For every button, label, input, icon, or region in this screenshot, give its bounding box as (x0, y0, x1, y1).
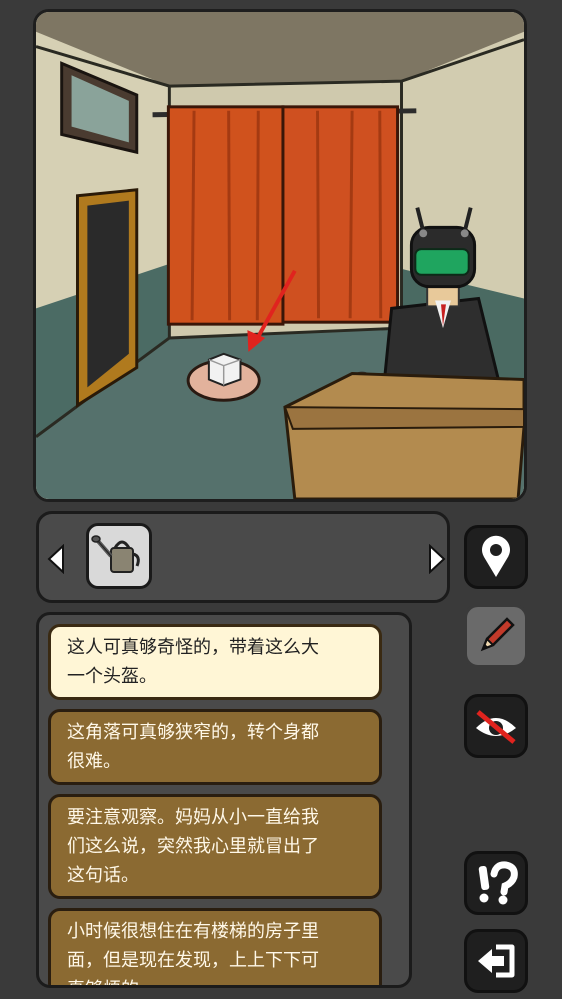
scene-view[interactable] (33, 9, 527, 502)
right-arrow-icon (429, 543, 446, 575)
eye-off-button[interactable] (464, 694, 528, 758)
dialog-option-4-line-1: 小时候很想住在有楼梯的房子里 (67, 921, 319, 942)
dialog-panel[interactable]: 这人可真够奇怪的，带着这么大 一个头盔。 这角落可真够狭窄的，转个身都 很难。 … (36, 612, 412, 988)
watering-can-icon (91, 535, 140, 573)
door[interactable] (76, 188, 139, 408)
inventory-bar (36, 511, 450, 603)
dialog-option-1-line-2: 一个头盔。 (67, 666, 157, 687)
exit-arrow-icon (478, 944, 515, 978)
eye-crossed-icon (476, 710, 516, 744)
desk[interactable] (283, 372, 524, 499)
inventory-prev-button[interactable] (47, 543, 65, 575)
room-illustration (36, 12, 524, 499)
exclamation-question-icon (478, 861, 518, 905)
inventory-slot[interactable] (86, 523, 152, 589)
dialog-option-4-line-3: 真够烦的。 (67, 975, 365, 985)
dialog-option-4-line-2: 面，但是现在发现，上上下下可 (67, 950, 319, 971)
dialog-option-3[interactable]: 要注意观察。妈妈从小一直给我 们这么说，突然我心里就冒出了 这句话。 (48, 794, 382, 899)
exit-button[interactable] (464, 929, 528, 993)
dialog-list: 这人可真够奇怪的，带着这么大 一个头盔。 这角落可真够狭窄的，转个身都 很难。 … (48, 624, 384, 985)
left-arrow-icon (47, 543, 64, 575)
dialog-option-1[interactable]: 这人可真够奇怪的，带着这么大 一个头盔。 (48, 624, 382, 700)
dialog-option-4[interactable]: 小时候很想住在有楼梯的房子里 面，但是现在发现，上上下下可 真够烦的。 (48, 908, 382, 985)
pencil-icon (480, 617, 515, 652)
pencil-button[interactable] (464, 604, 528, 668)
map-pin-button[interactable] (464, 525, 528, 589)
dialog-option-3-line-3: 这句话。 (67, 865, 139, 886)
sugar-cube[interactable] (207, 352, 242, 387)
map-pin-icon (482, 535, 510, 577)
inventory-next-button[interactable] (428, 543, 446, 575)
hint-button[interactable] (464, 851, 528, 915)
dialog-option-1-line-1: 这人可真够奇怪的，带着这么大 (67, 637, 319, 658)
dialog-option-3-line-2: 们这么说，突然我心里就冒出了 (67, 836, 319, 857)
dialog-option-2-line-2: 很难。 (67, 751, 121, 772)
dialog-option-2-line-1: 这角落可真够狭窄的，转个身都 (67, 722, 319, 743)
dialog-option-2[interactable]: 这角落可真够狭窄的，转个身都 很难。 (48, 709, 382, 785)
dialog-option-3-line-1: 要注意观察。妈妈从小一直给我 (67, 807, 319, 828)
